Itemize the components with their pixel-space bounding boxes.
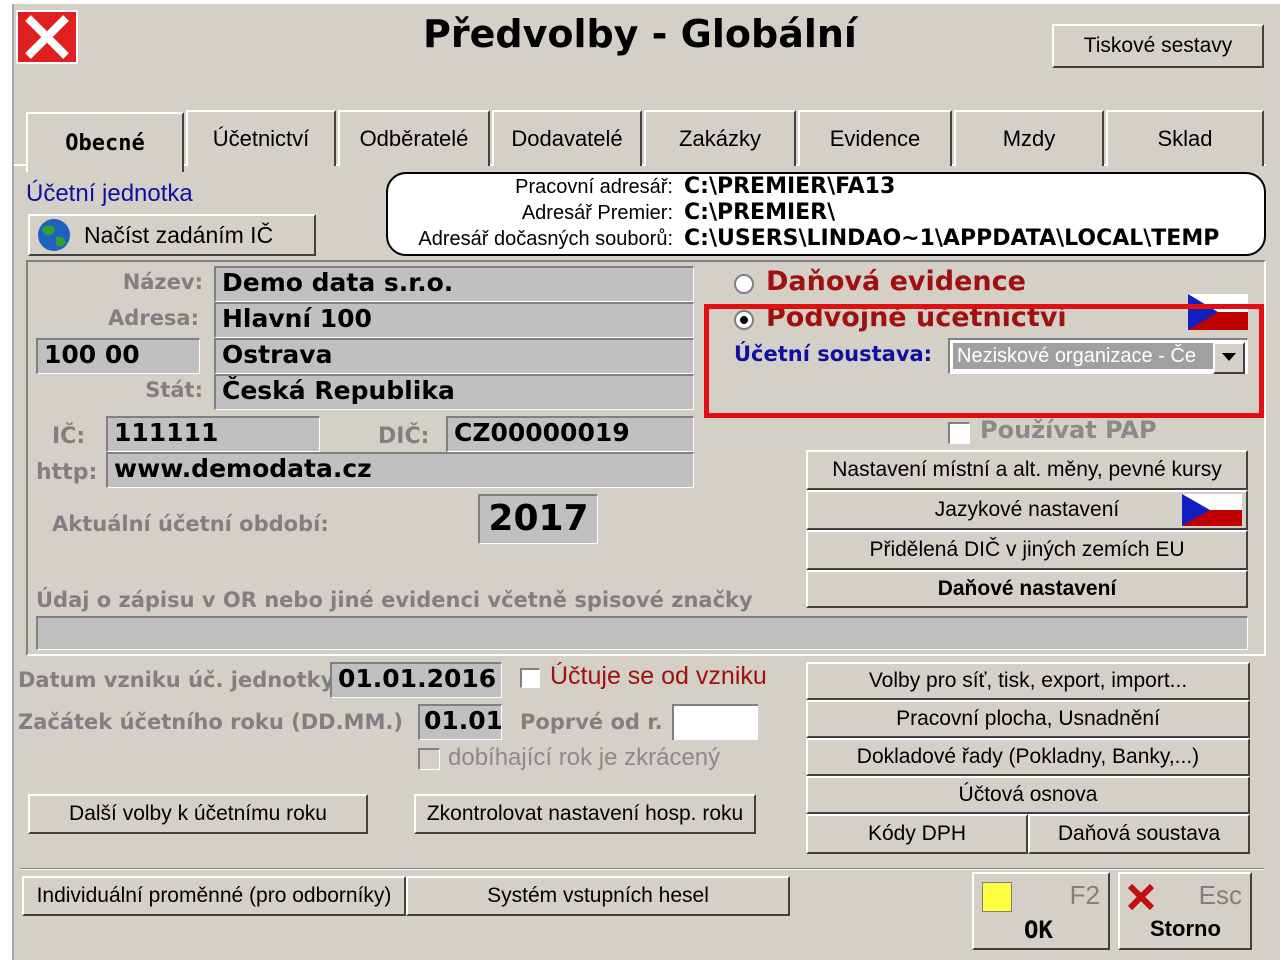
load-by-ic-label: Načíst zadáním IČ: [84, 221, 274, 248]
dic-label: DIČ:: [378, 424, 430, 449]
period-label: Aktuální účetní období:: [52, 512, 329, 536]
temp-dir-label: Adresář dočasných souborů:: [418, 228, 673, 250]
zip-field[interactable]: 100 00: [36, 338, 200, 374]
first-year-label: Poprvé od r.: [520, 710, 663, 734]
country-field[interactable]: Česká Republika: [214, 374, 694, 410]
country-label: Stát:: [145, 378, 203, 402]
premier-dir-label: Adresář Premier:: [521, 202, 673, 224]
since-founding-label: Účtuje se od vzniku: [550, 662, 767, 690]
load-by-ic-button[interactable]: Načíst zadáním IČ: [28, 214, 316, 256]
desktop-options-button[interactable]: Pracovní plocha, Usnadnění: [806, 700, 1250, 738]
since-founding-checkbox[interactable]: [520, 668, 540, 688]
language-settings-button[interactable]: Jazykové nastavení: [806, 490, 1248, 530]
ok-icon: [982, 882, 1012, 912]
print-reports-button[interactable]: Tiskové sestavy: [1052, 24, 1264, 68]
ok-button[interactable]: F2 OK: [972, 872, 1110, 950]
name-label: Název:: [122, 270, 203, 294]
doc-series-button[interactable]: Dokladové řady (Pokladny, Banky,...): [806, 738, 1250, 776]
address-field[interactable]: Hlavní 100: [214, 302, 694, 338]
globe-icon: [38, 219, 70, 251]
working-dir-label: Pracovní adresář:: [515, 176, 673, 198]
cancel-button[interactable]: Esc Storno: [1118, 872, 1252, 950]
chart-of-accounts-button[interactable]: Účtová osnova: [806, 776, 1250, 814]
password-system-button[interactable]: Systém vstupních hesel: [406, 876, 790, 916]
czech-flag-icon: [1182, 494, 1242, 526]
city-field[interactable]: Ostrava: [214, 338, 694, 374]
check-year-button[interactable]: Zkontrolovat nastavení hosp. roku: [414, 794, 756, 834]
address-label: Adresa:: [108, 306, 199, 330]
ok-shortcut: F2: [1069, 880, 1100, 910]
temp-dir-value: C:\USERS\LINDAO~1\APPDATA\LOCAL\TEMP: [684, 226, 1220, 251]
dic-field[interactable]: CZ00000019: [446, 416, 694, 452]
dic-eu-button[interactable]: Přidělená DIČ v jiných zemích EU: [806, 530, 1248, 570]
first-year-field[interactable]: [672, 704, 758, 740]
tab-sklad[interactable]: Sklad: [1106, 110, 1264, 166]
register-label: Údaj o zápisu v OR nebo jiné evidenci vč…: [36, 588, 753, 612]
tax-records-label: Daňová evidence: [766, 266, 1026, 297]
unit-section-label: Účetní jednotka: [26, 180, 193, 207]
use-pap-label: Používat PAP: [980, 416, 1157, 444]
cancel-shortcut: Esc: [1198, 880, 1242, 910]
http-label: http:: [36, 460, 98, 485]
language-settings-label: Jazykové nastavení: [934, 498, 1120, 521]
shortened-year-label: dobíhající rok je zkrácený: [448, 744, 721, 771]
currency-settings-button[interactable]: Nastavení místní a alt. měny, pevné kurs…: [806, 450, 1248, 490]
register-field[interactable]: [36, 616, 1248, 650]
shortened-year-checkbox[interactable]: [418, 748, 440, 770]
use-pap-checkbox[interactable]: [948, 422, 970, 444]
more-year-options-button[interactable]: Další volby k účetnímu roku: [28, 794, 368, 834]
year-start-field[interactable]: 01.01.: [418, 704, 502, 740]
tab-mzdy[interactable]: Mzdy: [954, 110, 1104, 166]
period-field[interactable]: 2017: [478, 494, 598, 544]
window-title: Předvolby - Globální: [423, 12, 857, 56]
working-dir-value: C:\PREMIER\FA13: [684, 174, 896, 199]
tab-obecne[interactable]: Obecné: [26, 112, 184, 172]
close-icon[interactable]: [16, 10, 78, 64]
tab-zakazky[interactable]: Zakázky: [644, 110, 796, 166]
highlight-box: [704, 304, 1264, 418]
premier-dir-value: C:\PREMIER\: [684, 200, 836, 225]
divider: [20, 868, 1264, 870]
tab-odberatele[interactable]: Odběratelé: [338, 110, 490, 166]
ok-label: OK: [1024, 916, 1053, 944]
year-start-label: Začátek účetního roku (DD.MM.): [18, 710, 403, 734]
cancel-label: Storno: [1150, 916, 1221, 941]
tab-evidence[interactable]: Evidence: [798, 110, 952, 166]
ic-label: IČ:: [52, 424, 86, 449]
http-field[interactable]: www.demodata.cz: [106, 452, 694, 488]
tax-records-radio[interactable]: [734, 274, 754, 294]
individual-variables-button[interactable]: Individuální proměnné (pro odborníky): [22, 876, 406, 916]
vat-codes-button[interactable]: Kódy DPH: [806, 814, 1028, 854]
ic-field[interactable]: 111111: [106, 416, 320, 452]
founded-field[interactable]: 01.01.2016: [330, 662, 502, 698]
tab-ucetnictvi[interactable]: Účetnictví: [186, 110, 336, 166]
tab-dodavatele[interactable]: Dodavatelé: [492, 110, 642, 166]
tax-system-button[interactable]: Daňová soustava: [1028, 814, 1250, 854]
cancel-x-icon: [1127, 883, 1155, 911]
name-field[interactable]: Demo data s.r.o.: [214, 266, 694, 302]
founded-label: Datum vzniku úč. jednotky:: [18, 668, 343, 692]
tax-settings-button[interactable]: Daňové nastavení: [806, 570, 1248, 608]
network-options-button[interactable]: Volby pro síť, tisk, export, import...: [806, 662, 1250, 700]
